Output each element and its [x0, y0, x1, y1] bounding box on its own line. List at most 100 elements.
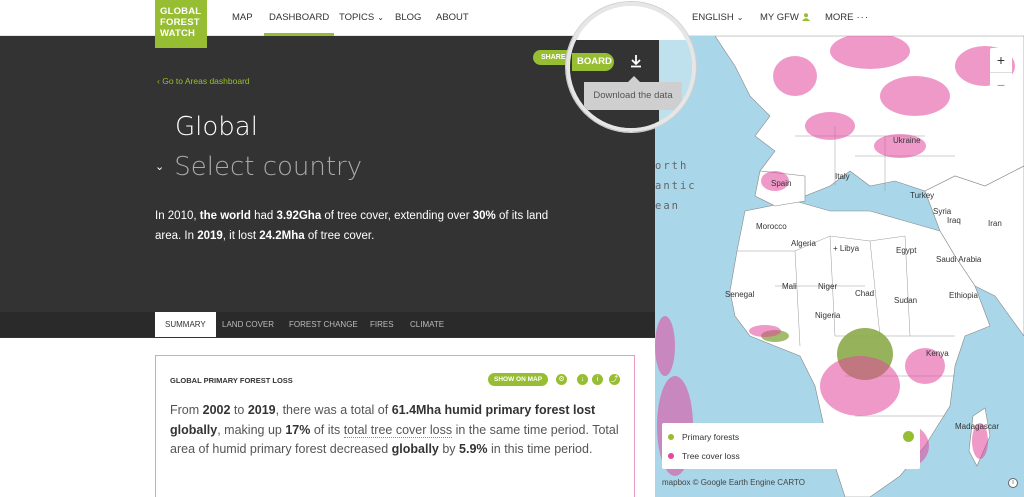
- tab-climate[interactable]: CLIMATE: [410, 312, 444, 337]
- legend-dot: [668, 453, 674, 459]
- widget-part: of its: [310, 422, 344, 437]
- ocean-label-line: orth: [655, 160, 689, 172]
- widget-part: , making up: [217, 422, 286, 437]
- nav-blog[interactable]: BLOG: [395, 0, 421, 36]
- magnifier-callout: BOARD Download the data: [566, 2, 696, 132]
- nav-dashboard[interactable]: DASHBOARD: [264, 0, 335, 36]
- widget-part: 2019: [247, 403, 276, 417]
- chevron-down-icon: ⌄: [377, 13, 384, 22]
- summary-part: In 2010,: [155, 210, 200, 222]
- widget-part: 2002: [202, 403, 231, 417]
- tab-forest-change[interactable]: FOREST CHANGE: [289, 312, 358, 337]
- tab-fires[interactable]: FIRES: [370, 312, 394, 337]
- widget-part-link[interactable]: total tree cover loss: [343, 422, 453, 438]
- country-selector[interactable]: ⌄ Select country: [155, 152, 362, 182]
- country-placeholder: Select country: [174, 152, 363, 182]
- map-label-spain: Spain: [771, 179, 792, 188]
- map-label-nigeria: Nigeria: [815, 311, 841, 320]
- libya-label: Libya: [839, 244, 860, 253]
- map-label-syria: Syria: [933, 207, 952, 216]
- map-label-sudan: Sudan: [894, 296, 918, 305]
- tab-land-cover[interactable]: LAND COVER: [222, 312, 274, 337]
- nav-map[interactable]: MAP: [232, 0, 253, 36]
- share-icon[interactable]: ⤴: [609, 374, 620, 385]
- ocean-label-line: ean: [655, 200, 680, 212]
- tab-summary[interactable]: SUMMARY: [155, 312, 216, 337]
- map-attribution[interactable]: mapbox © Google Earth Engine CARTO: [662, 478, 805, 487]
- widget-title: GLOBAL PRIMARY FOREST LOSS: [170, 376, 293, 385]
- summary-part: 2019: [197, 230, 223, 242]
- summary-part: , it lost: [222, 230, 260, 242]
- map-label-senegal: Senegal: [725, 290, 755, 299]
- back-link-label: Go to Areas dashboard: [162, 76, 250, 86]
- nav-topics-label: TOPICS: [339, 12, 375, 23]
- logo-line-3: WATCH: [160, 28, 196, 39]
- widget-part: by: [438, 442, 460, 456]
- gfw-logo[interactable]: GLOBAL FOREST WATCH: [155, 0, 207, 48]
- share-board-button[interactable]: BOARD: [572, 53, 614, 71]
- logo-line-2: FOREST: [160, 17, 200, 28]
- widget-part: 17%: [285, 422, 311, 437]
- legend-item-primary-forests: Primary forests: [668, 432, 739, 442]
- summary-part: 24.2Mha: [259, 230, 305, 242]
- legend-dot: [668, 434, 674, 440]
- summary-part: of tree cover.: [304, 230, 375, 242]
- widget-part: to: [230, 403, 248, 417]
- legend-item-tree-cover-loss: Tree cover loss: [668, 451, 740, 461]
- download-icon[interactable]: [627, 52, 645, 70]
- map-label-niger: Niger: [818, 282, 838, 291]
- legend-label: Primary forests: [682, 432, 740, 442]
- summary-part: had: [250, 210, 277, 222]
- map-info-icon[interactable]: i: [1008, 478, 1018, 488]
- nav-about[interactable]: ABOUT: [436, 0, 469, 36]
- logo-line-1: GLOBAL: [160, 6, 202, 17]
- widget-part: globally: [391, 442, 439, 456]
- nav-topics[interactable]: TOPICS ⌄: [339, 0, 384, 36]
- ocean-label-line: antic: [655, 180, 697, 192]
- zoom-in-button[interactable]: +: [990, 48, 1012, 72]
- widget-part: in this time period.: [487, 442, 593, 456]
- region-title: Global: [175, 112, 258, 142]
- map-label-iraq: Iraq: [947, 216, 961, 225]
- back-link[interactable]: ‹ Go to Areas dashboard: [157, 76, 250, 86]
- map-label-ethiopia: Ethiopia: [949, 291, 978, 300]
- more-label: MORE: [825, 12, 854, 23]
- map-label-mali: Mali: [782, 282, 797, 291]
- zoom-out-button[interactable]: −: [990, 72, 1012, 96]
- summary-part: 3.92Gha: [276, 210, 322, 222]
- widget-sentence: From 2002 to 2019, there was a total of …: [170, 401, 625, 460]
- more-dots-icon: ···: [856, 12, 869, 23]
- magnifier-nav-bg: [570, 6, 692, 40]
- my-gfw-label: MY GFW: [760, 12, 799, 23]
- more-menu[interactable]: MORE ···: [825, 0, 869, 36]
- my-gfw-link[interactable]: MY GFW: [760, 0, 810, 36]
- map-label-iran: Iran: [988, 219, 1002, 228]
- map-label-madagascar: Madagascar: [955, 422, 1000, 431]
- show-on-map-button[interactable]: SHOW ON MAP: [488, 373, 549, 386]
- language-selector[interactable]: ENGLISH ⌄: [692, 0, 743, 36]
- map-label-morocco: Morocco: [756, 222, 787, 231]
- summary-part: of tree cover, extending over: [321, 210, 473, 222]
- map-label-algeria: Algeria: [791, 239, 816, 248]
- top-navigation: [0, 0, 1024, 36]
- chevron-down-icon: ⌄: [736, 13, 744, 22]
- language-label: ENGLISH: [692, 12, 734, 23]
- settings-icon[interactable]: ⚙: [556, 374, 567, 385]
- map-label-ukraine: Ukraine: [893, 136, 921, 145]
- summary-part: the world: [199, 210, 251, 222]
- legend-label: Tree cover loss: [682, 451, 740, 461]
- download-tooltip: Download the data: [584, 82, 682, 110]
- map-label-chad: Chad: [855, 289, 875, 298]
- summary-sentence: In 2010, the world had 3.92Gha of tree c…: [155, 206, 555, 246]
- legend-settings-icon[interactable]: [903, 431, 914, 442]
- widget-part: From: [170, 403, 203, 417]
- map-label-libya: + Libya: [833, 244, 859, 253]
- info-icon[interactable]: i: [592, 374, 603, 385]
- zoom-control: + −: [990, 48, 1012, 96]
- map-legend: Primary forests Tree cover loss: [662, 423, 920, 469]
- map-label-saudi-arabia: Saudi Arabia: [936, 255, 982, 264]
- map-label-egypt: Egypt: [896, 246, 917, 255]
- download-icon[interactable]: ↓: [577, 374, 588, 385]
- chevron-down-icon: ⌄: [155, 160, 165, 173]
- map-label-kenya: Kenya: [926, 349, 949, 358]
